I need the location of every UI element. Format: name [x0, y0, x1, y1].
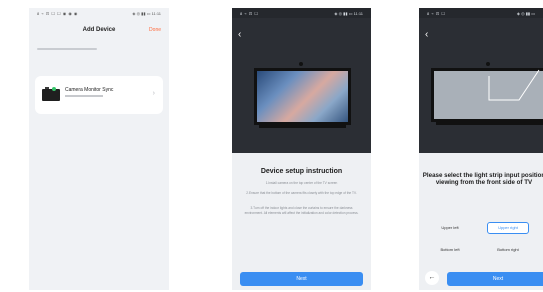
status-left-icons: 8 ⌁ ⊡ ☐	[427, 11, 446, 16]
device-subtitle-placeholder	[65, 95, 103, 97]
next-button[interactable]: Next	[447, 272, 543, 286]
option-bottom-left[interactable]: Bottom left	[429, 244, 471, 256]
illustration-area	[232, 18, 371, 153]
status-right-icons: ◈ ◎ ▮▮ ▭	[516, 11, 535, 16]
tv-illustration	[254, 68, 351, 125]
status-bar: 8 ⌁ ⊡ ☐ ☐ ◉ ◉ ◉ ◈ ◎ ▮▮ ▭ 11:11	[29, 8, 169, 18]
status-bar: 8 ⌁ ⊡ ☐ ◈ ◎ ▮▮ ▭ 11:11	[232, 8, 371, 18]
instruction-title: Device setup instruction	[260, 168, 343, 175]
status-left-icons: 8 ⌁ ⊡ ☐	[240, 11, 259, 16]
status-right-icons: ◈ ◎ ▮▮ ▭ 11:11	[132, 11, 161, 16]
option-upper-left[interactable]: Upper left	[429, 222, 471, 234]
device-name: Camera Monitor Sync	[65, 87, 114, 93]
option-bottom-right[interactable]: Bottom right	[487, 244, 529, 256]
previous-arrow-button[interactable]: ←	[425, 271, 439, 285]
instruction-step-1: 1.Install camera on the top center of th…	[265, 181, 338, 185]
tv-stand	[259, 125, 346, 128]
position-title: Please select the light strip input posi…	[422, 172, 543, 187]
back-arrow-icon[interactable]: ‹	[425, 30, 428, 40]
instruction-step-2: 2.Ensure that the bottom of the camera f…	[246, 191, 357, 195]
light-strip-position-screen: 8 ⌁ ⊡ ☐ ◈ ◎ ▮▮ ▭ ‹ Please select the lig…	[419, 8, 543, 290]
add-device-screen: 8 ⌁ ⊡ ☐ ☐ ◉ ◉ ◉ ◈ ◎ ▮▮ ▭ 11:11 Add Devic…	[29, 8, 169, 290]
status-right-icons: ◈ ◎ ▮▮ ▭ 11:11	[334, 11, 363, 16]
setup-instruction-screen: 8 ⌁ ⊡ ☐ ◈ ◎ ▮▮ ▭ 11:11 ‹ Device setup in…	[232, 8, 371, 290]
section-subtitle-placeholder	[37, 48, 97, 50]
illustration-area	[419, 18, 543, 153]
camera-sensor-icon	[486, 62, 490, 66]
status-left-icons: 8 ⌁ ⊡ ☐ ☐ ◉ ◉ ◉	[37, 11, 78, 16]
done-button[interactable]: Done	[149, 20, 161, 40]
tv-stand	[436, 122, 543, 125]
page-title: Add Device	[82, 27, 116, 33]
status-bar: 8 ⌁ ⊡ ☐ ◈ ◎ ▮▮ ▭	[419, 8, 543, 18]
device-camera-icon	[42, 87, 60, 101]
instruction-step-3: 3.Turn off the indoor lights and close t…	[244, 206, 359, 215]
chevron-right-icon: ›	[152, 90, 155, 97]
back-arrow-icon[interactable]: ‹	[238, 30, 241, 40]
next-button[interactable]: Next	[240, 272, 363, 286]
device-card[interactable]: Camera Monitor Sync ›	[35, 76, 163, 114]
camera-sensor-icon	[299, 62, 303, 66]
option-upper-right[interactable]: Upper right	[487, 222, 529, 234]
device-status-dot	[52, 87, 56, 91]
strip-direction-lines	[488, 69, 540, 101]
